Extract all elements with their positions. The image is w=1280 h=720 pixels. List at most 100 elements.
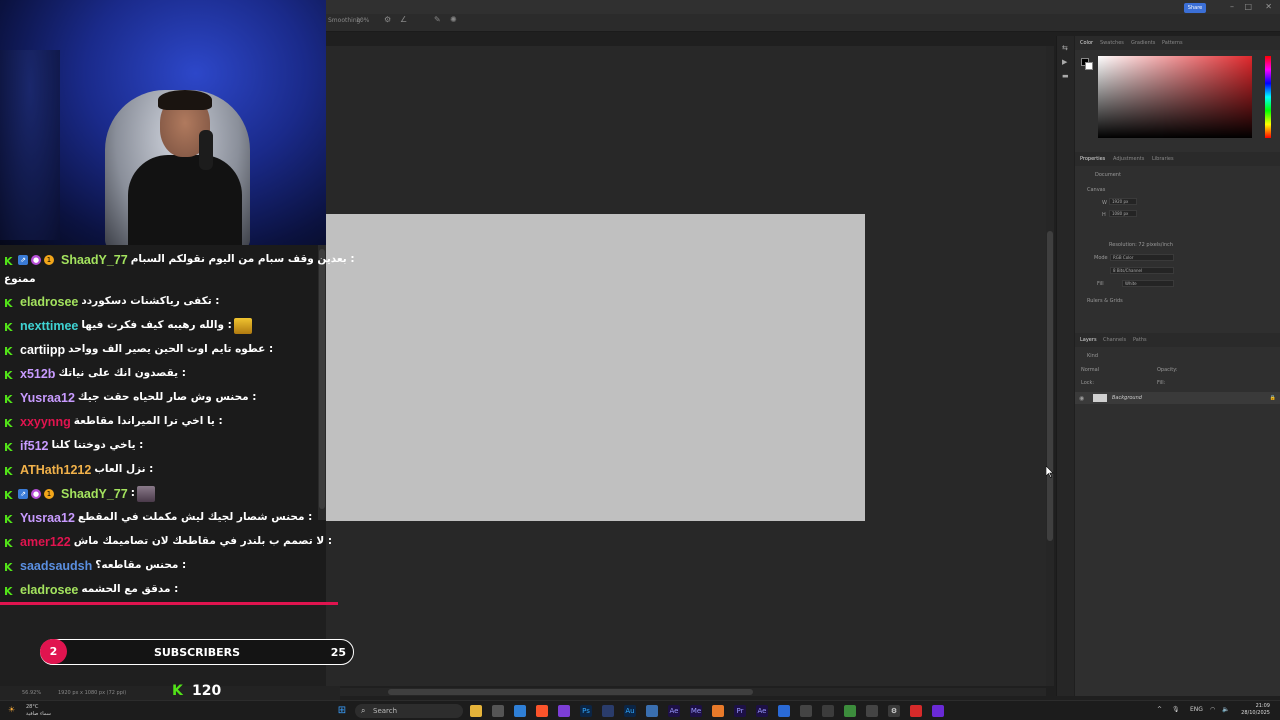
tab-color[interactable]: Color	[1080, 40, 1093, 46]
horizontal-scrollbar[interactable]	[340, 688, 1046, 696]
chat-nickname[interactable]: Yusraa12	[20, 391, 75, 405]
width-field[interactable]: 1920 px	[1109, 198, 1137, 205]
chat-nickname[interactable]: ShaadY_77	[61, 253, 128, 267]
chat-nickname[interactable]: eladrosee	[20, 295, 78, 309]
media-encoder-icon[interactable]: Me	[690, 705, 702, 717]
audition-icon[interactable]: Au	[624, 705, 636, 717]
after-effects-icon[interactable]: Ae	[668, 705, 680, 717]
blender-icon[interactable]	[712, 705, 724, 717]
angle-icon[interactable]: ∠	[400, 15, 407, 24]
chat-nickname[interactable]: xxyynng	[20, 415, 71, 429]
store-icon[interactable]	[492, 705, 504, 717]
taskbar-search[interactable]: ⌕ Search	[355, 704, 463, 718]
play-icon[interactable]: ▶	[1062, 58, 1070, 66]
tab-paths[interactable]: Paths	[1133, 337, 1147, 343]
visual-studio-icon[interactable]	[558, 705, 570, 717]
tab-patterns[interactable]: Patterns	[1162, 40, 1183, 46]
settings-icon[interactable]: ⚙	[888, 705, 900, 717]
kick-badge-icon: K	[4, 585, 13, 598]
brave-icon[interactable]	[536, 705, 548, 717]
chat-nickname[interactable]: cartiipp	[20, 343, 65, 357]
rulers-grids-label[interactable]: Rulers & Grids	[1087, 298, 1123, 304]
close-icon[interactable]: ✕	[1265, 2, 1272, 11]
zoom-level[interactable]: 56.92%	[22, 690, 41, 696]
app-icon[interactable]	[866, 705, 878, 717]
windows-start-icon[interactable]: ⊞	[336, 705, 348, 717]
scrollbar-thumb[interactable]	[1047, 231, 1053, 541]
tab-channels[interactable]: Channels	[1103, 337, 1126, 343]
chat-nickname[interactable]: if512	[20, 439, 49, 453]
blend-mode-select[interactable]: Normal	[1081, 367, 1099, 373]
app-icon[interactable]	[844, 705, 856, 717]
app-icon[interactable]	[602, 705, 614, 717]
tab-libraries[interactable]: Libraries	[1152, 156, 1174, 162]
document-canvas[interactable]	[326, 214, 865, 521]
app-icon[interactable]	[646, 705, 658, 717]
chat-nickname[interactable]: ATHath1212	[20, 463, 91, 477]
chat-message: K Yusraa12 محنس وش صار للحياه حقت جيك :	[0, 387, 318, 411]
share-button[interactable]: Share	[1184, 3, 1206, 13]
app-icon[interactable]	[932, 705, 944, 717]
tab-adjustments[interactable]: Adjustments	[1113, 156, 1144, 162]
chat-nickname[interactable]: saadsaudsh	[20, 559, 92, 573]
premiere-icon[interactable]: Pr	[734, 705, 746, 717]
background-color-swatch[interactable]	[1085, 62, 1093, 70]
doc-size: 1920 px x 1080 px (72 ppi)	[58, 690, 127, 696]
bit-depth-select[interactable]: 8 Bits/Channel	[1110, 267, 1174, 274]
tab-properties[interactable]: Properties	[1080, 156, 1105, 162]
chat-nickname[interactable]: Yusraa12	[20, 511, 75, 525]
symmetry-icon[interactable]: ✺	[450, 15, 457, 24]
chat-nickname[interactable]: ShaadY_77	[61, 487, 128, 501]
height-field[interactable]: 1080 px	[1109, 210, 1137, 217]
layer-row-background[interactable]: ◉ Background 🔒	[1075, 392, 1280, 404]
app-icon[interactable]	[822, 705, 834, 717]
opera-icon[interactable]	[910, 705, 922, 717]
kick-badge-icon: K	[4, 441, 13, 454]
eye-icon[interactable]: ◉	[1079, 395, 1084, 402]
minimize-icon[interactable]: –	[1230, 2, 1234, 11]
pressure-icon[interactable]: ✎	[434, 15, 441, 24]
app-icon[interactable]	[778, 705, 790, 717]
tab-layers[interactable]: Layers	[1080, 337, 1097, 343]
chat-text: عطوه تايم اوت الحين يصير الف وواحد :	[68, 343, 274, 355]
after-effects-icon[interactable]: Ae	[756, 705, 768, 717]
volume-icon[interactable]: 🔈	[1222, 706, 1229, 713]
chat-scrollbar[interactable]	[318, 245, 326, 520]
chat-message: Keladrosee تكفى رياكشنات دسكوردد :	[0, 291, 318, 315]
chat-nickname[interactable]: eladrosee	[20, 583, 78, 597]
layers-panel-tabs: Layers Channels Paths	[1075, 333, 1280, 347]
tab-swatches[interactable]: Swatches	[1100, 40, 1124, 46]
vertical-scrollbar[interactable]	[1046, 46, 1054, 686]
scrollbar-thumb[interactable]	[388, 689, 753, 695]
comment-icon[interactable]: ▬	[1062, 72, 1070, 80]
smoothing-value[interactable]: 10%	[356, 17, 369, 24]
tray-chevron-icon[interactable]: ^	[1157, 706, 1162, 713]
subs-goal: 25	[330, 646, 346, 659]
fill-select[interactable]: White	[1122, 280, 1174, 287]
mode-select[interactable]: RGB Color	[1110, 254, 1174, 261]
color-picker-field[interactable]	[1098, 56, 1252, 138]
chat-nickname[interactable]: x512b	[20, 367, 55, 381]
wifi-icon[interactable]: ◠	[1210, 706, 1215, 713]
photoshop-icon[interactable]: Ps	[580, 705, 592, 717]
kick-badge-icon: K	[4, 513, 13, 526]
maximize-icon[interactable]: □	[1244, 2, 1252, 11]
taskbar-clock[interactable]: 21:09 28/10/2025	[1241, 703, 1270, 717]
scrollbar-thumb[interactable]	[319, 249, 325, 509]
vscode-icon[interactable]	[514, 705, 526, 717]
app-icon[interactable]	[800, 705, 812, 717]
layer-kind-filter[interactable]: Kind	[1087, 353, 1098, 359]
canvas-section-label[interactable]: Canvas	[1087, 187, 1105, 193]
lock-icon[interactable]: 🔒	[1270, 395, 1276, 401]
language-indicator[interactable]: ENG	[1190, 706, 1203, 713]
search-label: Search	[373, 707, 398, 715]
gear-icon[interactable]: ⚙	[384, 15, 391, 24]
tab-gradients[interactable]: Gradients	[1131, 40, 1155, 46]
mic-icon[interactable]: 🎙	[1172, 706, 1180, 713]
chat-nickname[interactable]: nexttimee	[20, 319, 78, 333]
chat-message: K ATHath1212 نزل العاب :	[0, 459, 318, 483]
chat-nickname[interactable]: amer122	[20, 535, 71, 549]
hue-slider[interactable]	[1265, 56, 1271, 138]
file-explorer-icon[interactable]	[470, 705, 482, 717]
history-icon[interactable]: ⇆	[1062, 44, 1070, 52]
